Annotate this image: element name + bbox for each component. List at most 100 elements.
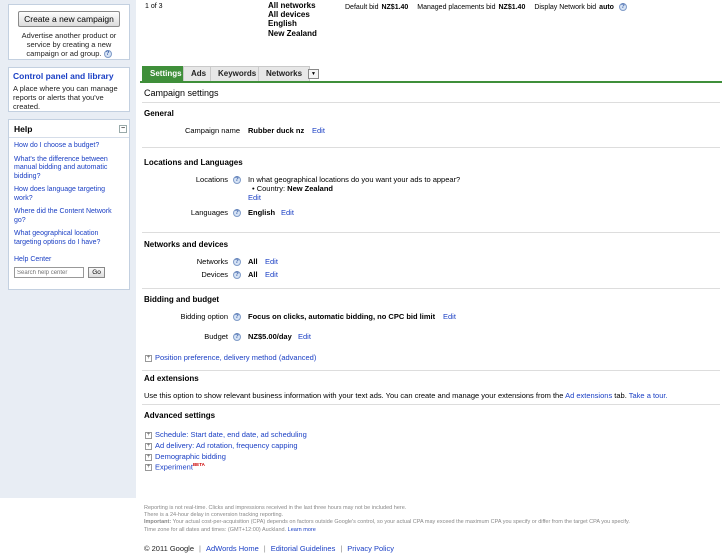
footer-links: © 2011 Google | AdWords Home | Editorial Gui…: [144, 544, 394, 553]
help-question-icon[interactable]: ?: [103, 50, 112, 59]
display-bid-value: auto: [599, 3, 614, 11]
ad-extensions-section-title: Ad extensions: [144, 374, 199, 383]
edit-bidding-link[interactable]: Edit: [443, 312, 456, 321]
control-panel-box: Control panel and library A place where …: [8, 67, 130, 112]
demographic-bidding-label[interactable]: Demographic bidding: [155, 452, 226, 461]
tab-bar: Settings Ads Keywords Networks ▼: [140, 65, 722, 81]
edit-networks-link[interactable]: Edit: [265, 257, 278, 266]
bidding-section-title: Bidding and budget: [144, 295, 220, 304]
summary-language: English: [268, 19, 297, 29]
copyright: © 2011 Google: [144, 544, 195, 553]
country-label: Country:: [256, 184, 286, 193]
help-link-bidding[interactable]: What's the difference between manual bid…: [14, 156, 124, 182]
default-bid-label: Default bid: [345, 3, 379, 11]
help-question-icon[interactable]: ?: [618, 3, 627, 11]
help-question-icon[interactable]: ?: [233, 209, 241, 217]
create-campaign-button[interactable]: Create a new campaign: [18, 11, 120, 27]
budget-value: NZ$5.00/day: [248, 332, 292, 341]
create-campaign-description: Advertise another product or service by …: [21, 31, 117, 58]
help-center-link[interactable]: Help Center: [14, 256, 124, 263]
languages-value: English: [248, 208, 276, 217]
control-panel-link[interactable]: Control panel and library: [13, 71, 125, 81]
campaign-name-label: Campaign name: [184, 126, 240, 135]
help-link-language[interactable]: How does language targeting work?: [14, 186, 124, 203]
help-title: Help: [14, 124, 33, 134]
take-tour-link[interactable]: Take a tour.: [629, 391, 668, 400]
expand-icon[interactable]: +: [145, 464, 152, 472]
ad-extensions-tab-text: tab.: [614, 391, 627, 400]
settings-content: Campaign settings General Campaign name …: [140, 83, 722, 498]
schedule-settings-label[interactable]: Schedule: Start date, end date, ad sched…: [155, 430, 307, 439]
divider: [142, 232, 720, 233]
expand-icon[interactable]: +: [145, 354, 152, 362]
expand-icon[interactable]: +: [145, 453, 152, 461]
learn-more-link[interactable]: Learn more: [288, 527, 316, 533]
footer-note-timezone: Time zone for all dates and times: (GMT+…: [144, 526, 287, 533]
devices-label: Devices: [201, 270, 228, 279]
edit-devices-link[interactable]: Edit: [265, 270, 278, 279]
budget-label: Budget: [204, 332, 228, 341]
devices-value: All: [248, 270, 258, 279]
help-link-content-network[interactable]: Where did the Content Network go?: [14, 208, 124, 225]
beta-badge: BETA: [192, 462, 205, 467]
help-link-location[interactable]: What geographical location targeting opt…: [14, 230, 124, 247]
divider: [142, 147, 720, 148]
page-title: Campaign settings: [144, 88, 219, 98]
schedule-settings-link[interactable]: + Schedule: Start date, end date, ad sche…: [145, 430, 307, 439]
default-bid-value: NZ$1.40: [381, 3, 409, 11]
edit-locations-link[interactable]: Edit: [248, 193, 261, 202]
ad-extensions-link[interactable]: Ad extensions: [565, 391, 612, 400]
managed-bid-value: NZ$1.40: [498, 3, 526, 11]
edit-budget-link[interactable]: Edit: [298, 332, 311, 341]
footer-notes: Reporting is not real-time. Clicks and i…: [144, 505, 719, 534]
bid-summary: Default bid NZ$1.40 Managed placements bi…: [345, 3, 630, 11]
collapse-icon[interactable]: −: [119, 125, 127, 133]
networks-label: Networks: [196, 257, 228, 266]
adwords-home-link[interactable]: AdWords Home: [206, 544, 259, 553]
ad-delivery-settings-label[interactable]: Ad delivery: Ad rotation, frequency capp…: [155, 441, 298, 450]
help-question-icon[interactable]: ?: [233, 271, 241, 279]
ad-extensions-description: Use this option to show relevant busines…: [144, 391, 668, 400]
tab-keywords[interactable]: Keywords: [210, 66, 265, 81]
demographic-bidding-link[interactable]: + Demographic bidding: [145, 452, 226, 461]
tab-networks[interactable]: Networks: [258, 66, 311, 81]
campaign-summary: 1 of 3 All networks All devices English …: [140, 0, 722, 62]
footer-note-cpa: Your actual cost-per-acquisition (CPA) d…: [172, 519, 630, 526]
managed-bid-label: Managed placements bid: [417, 3, 496, 11]
advanced-section-title: Advanced settings: [144, 411, 216, 420]
ad-delivery-settings-link[interactable]: + Ad delivery: Ad rotation, frequency cap…: [145, 441, 298, 450]
ad-extensions-text: Use this option to show relevant busines…: [144, 391, 564, 400]
help-search-go-button[interactable]: Go: [88, 267, 105, 278]
help-link-budget[interactable]: How do I choose a budget?: [14, 142, 124, 151]
networks-section-title: Networks and devices: [144, 240, 229, 249]
campaign-name-value: Rubber duck nz: [248, 126, 305, 135]
expand-icon[interactable]: +: [145, 442, 152, 450]
languages-label: Languages: [190, 208, 228, 217]
edit-campaign-name-link[interactable]: Edit: [312, 126, 325, 135]
help-search-input[interactable]: [14, 267, 84, 278]
summary-devices: All devices: [268, 10, 310, 20]
help-question-icon[interactable]: ?: [233, 333, 241, 341]
control-panel-description: A place where you can manage reports or …: [13, 84, 118, 111]
edit-languages-link[interactable]: Edit: [281, 208, 294, 217]
divider: [142, 370, 720, 371]
help-question-icon[interactable]: ?: [233, 313, 241, 321]
position-preference-label[interactable]: Position preference, delivery method (ad…: [155, 353, 316, 362]
general-section-title: General: [144, 109, 174, 118]
create-campaign-panel: Create a new campaign Advertise another …: [8, 4, 130, 60]
bidding-option-value: Focus on clicks, automatic bidding, no C…: [248, 312, 436, 321]
paging-indicator: 1 of 3: [145, 3, 163, 10]
help-question-icon[interactable]: ?: [233, 258, 241, 266]
tabs-dropdown-icon[interactable]: ▼: [308, 69, 319, 79]
position-preference-link[interactable]: + Position preference, delivery method (a…: [145, 353, 316, 362]
divider: [142, 404, 720, 405]
experiment-link[interactable]: + ExperimentBETA: [145, 462, 205, 472]
editorial-guidelines-link[interactable]: Editorial Guidelines: [271, 544, 336, 553]
privacy-policy-link[interactable]: Privacy Policy: [347, 544, 394, 553]
summary-networks: All networks: [268, 1, 316, 10]
experiment-label[interactable]: Experiment: [155, 463, 193, 472]
help-panel: Help − How do I choose a budget? What's …: [8, 119, 130, 290]
footer-note-conversion: There is a 24-hour delay in conversion t…: [144, 512, 284, 519]
help-question-icon[interactable]: ?: [233, 176, 241, 184]
expand-icon[interactable]: +: [145, 431, 152, 439]
